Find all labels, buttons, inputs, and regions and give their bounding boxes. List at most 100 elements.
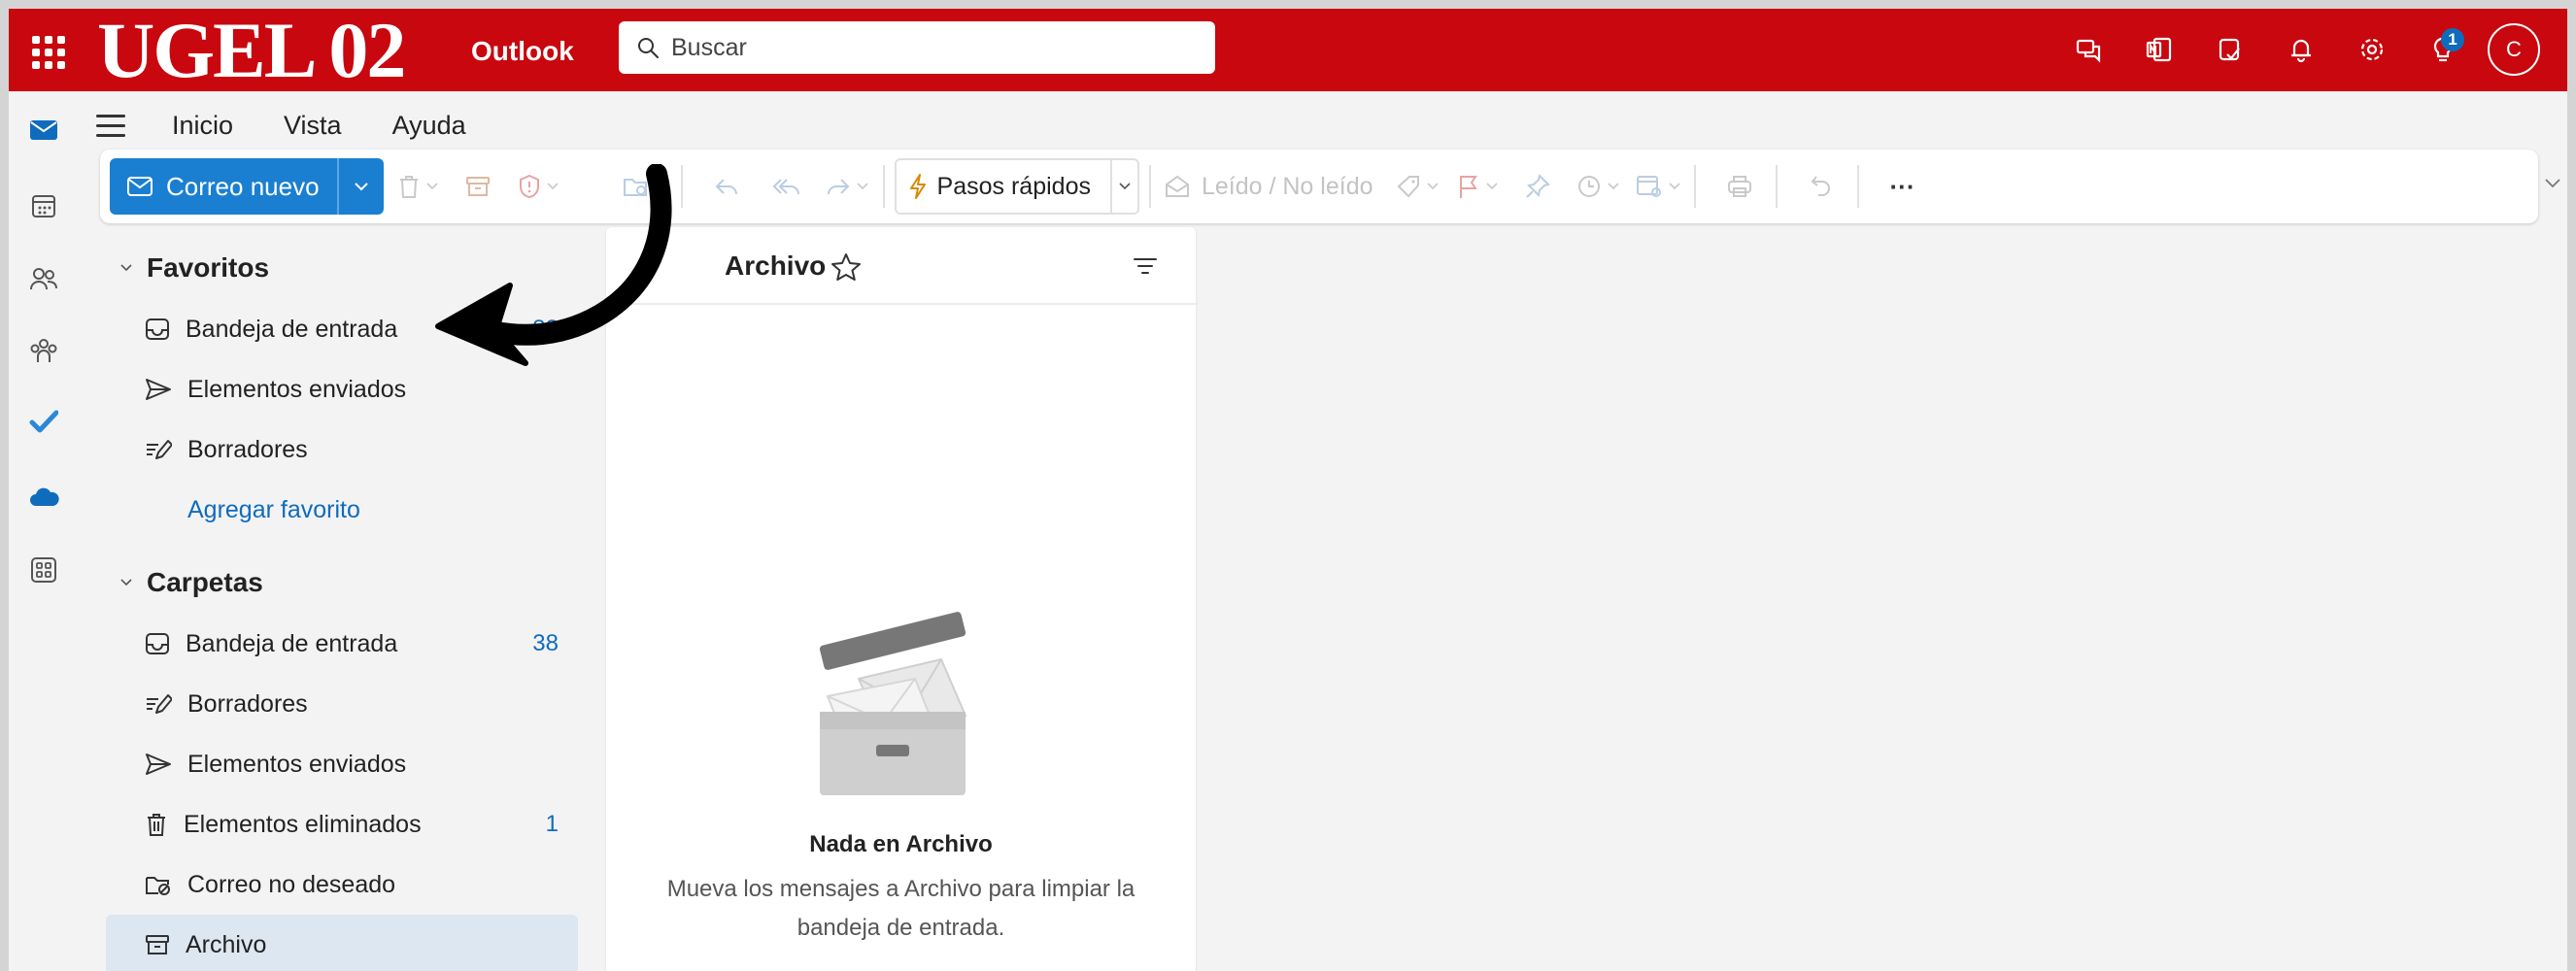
bell-icon[interactable] xyxy=(2265,20,2336,79)
chevron-down-icon xyxy=(120,264,132,272)
inbox-icon xyxy=(146,633,169,654)
hamburger-menu-icon[interactable] xyxy=(96,106,135,145)
chevron-down-icon xyxy=(354,183,368,191)
org-logo: UGEL 02 xyxy=(97,9,406,94)
folder-inbox[interactable]: Bandeja de entrada 38 xyxy=(106,614,578,674)
toolbar-divider xyxy=(1775,165,1778,208)
folder-label: Elementos enviados xyxy=(187,375,407,403)
send-icon xyxy=(146,379,171,400)
settings-gear-icon[interactable] xyxy=(2336,20,2407,79)
inbox-icon xyxy=(146,318,169,340)
empty-state-description: Mueva los mensajes a Archivo para limpia… xyxy=(666,876,1135,941)
forward-icon xyxy=(827,179,849,195)
search-placeholder: Buscar xyxy=(671,33,747,61)
add-favorite-link[interactable]: Agregar favorito xyxy=(106,480,578,540)
chevron-down-icon xyxy=(120,579,132,586)
quick-steps-label: Pasos rápidos xyxy=(936,172,1091,200)
chevron-down-icon xyxy=(1119,183,1131,190)
new-mail-split-button: Correo nuevo xyxy=(110,158,384,215)
toolbar-divider xyxy=(882,165,885,208)
folder-label: Borradores xyxy=(187,689,308,718)
folder-label: Correo no deseado xyxy=(187,870,396,898)
rules-icon xyxy=(1636,176,1661,197)
more-options-button[interactable]: ··· xyxy=(1877,158,1929,215)
chevron-down-icon xyxy=(856,183,868,190)
new-mail-dropdown[interactable] xyxy=(336,158,384,215)
tag-icon xyxy=(1397,176,1419,198)
chat-icon[interactable] xyxy=(2052,20,2123,79)
tips-lightbulb-icon[interactable]: 1 xyxy=(2407,20,2478,79)
drafts-pencil-icon xyxy=(147,440,172,459)
send-icon xyxy=(146,753,171,775)
favorite-drafts[interactable]: Borradores xyxy=(106,419,578,480)
snooze-button[interactable] xyxy=(1572,158,1624,215)
search-box[interactable]: Buscar xyxy=(619,21,1215,74)
categorize-button[interactable] xyxy=(1391,158,1443,215)
trash-icon xyxy=(148,814,165,836)
app-name[interactable]: Outlook xyxy=(471,36,574,67)
new-mail-button[interactable]: Correo nuevo xyxy=(110,158,337,215)
folders-header[interactable]: Carpetas xyxy=(106,552,592,614)
app-rail xyxy=(9,91,77,971)
apps-icon[interactable] xyxy=(26,552,61,587)
quick-steps-button[interactable]: Pasos rápidos xyxy=(894,158,1139,215)
reply-all-button[interactable] xyxy=(761,158,813,215)
mail-icon[interactable] xyxy=(26,113,61,148)
empty-state-title: Nada en Archivo xyxy=(809,831,993,857)
favorites-header-label: Favoritos xyxy=(147,252,270,283)
folder-sent-items[interactable]: Elementos enviados xyxy=(106,734,578,794)
onenote-icon[interactable] xyxy=(2123,20,2194,79)
read-unread-label: Leído / No leído xyxy=(1201,172,1373,200)
folder-label: Bandeja de entrada xyxy=(186,629,398,657)
print-button[interactable] xyxy=(1713,158,1766,215)
unread-count: 1 xyxy=(545,811,559,837)
top-bar: UGEL 02 Outlook Buscar 1 C xyxy=(9,9,2567,94)
folder-title: Archivo xyxy=(725,251,827,281)
undo-button[interactable] xyxy=(1795,158,1847,215)
toolbar-divider xyxy=(1856,165,1859,208)
printer-icon xyxy=(1727,176,1751,197)
reply-icon xyxy=(715,179,737,195)
calendar-icon[interactable] xyxy=(26,188,61,223)
drafts-pencil-icon xyxy=(147,694,172,714)
filter-icon[interactable] xyxy=(1133,256,1158,276)
pin-button[interactable] xyxy=(1511,158,1564,215)
folder-deleted-items[interactable]: Elementos eliminados 1 xyxy=(106,794,578,854)
folder-drafts[interactable]: Borradores xyxy=(106,674,578,734)
user-avatar[interactable]: C xyxy=(2488,23,2540,76)
new-mail-label: Correo nuevo xyxy=(166,171,320,201)
clock-icon xyxy=(1577,176,1600,197)
rules-button[interactable] xyxy=(1632,158,1684,215)
people-icon[interactable] xyxy=(26,261,61,296)
empty-archive-illustration xyxy=(819,612,967,795)
expand-ribbon-chevron-icon[interactable] xyxy=(2544,177,2561,194)
folder-label: Archivo xyxy=(186,930,267,958)
tab-ayuda[interactable]: Ayuda xyxy=(392,103,466,149)
folder-label: Borradores xyxy=(187,435,308,463)
forward-button[interactable] xyxy=(821,158,873,215)
quick-steps-dropdown[interactable] xyxy=(1109,160,1137,213)
flag-button[interactable] xyxy=(1451,158,1504,215)
star-icon[interactable] xyxy=(830,252,862,282)
onedrive-icon[interactable] xyxy=(26,480,61,515)
top-actions: 1 C xyxy=(2052,20,2540,79)
undo-icon xyxy=(1811,176,1830,196)
flag-icon xyxy=(1459,176,1477,198)
toolbar-divider xyxy=(680,165,683,208)
folder-archive[interactable]: Archivo xyxy=(106,915,578,971)
archive-icon xyxy=(146,935,169,954)
search-icon xyxy=(638,38,659,58)
tasks-icon[interactable] xyxy=(2194,20,2265,79)
unread-count: 38 xyxy=(532,630,559,656)
app-launcher-icon[interactable] xyxy=(28,32,65,69)
reply-button[interactable] xyxy=(700,158,753,215)
groups-icon[interactable] xyxy=(26,334,61,369)
folder-label: Elementos enviados xyxy=(187,750,407,778)
tab-inicio[interactable]: Inicio xyxy=(172,103,234,154)
folder-junk[interactable]: Correo no deseado xyxy=(106,854,578,915)
tab-vista[interactable]: Vista xyxy=(284,103,342,149)
read-unread-button[interactable]: Leído / No leído xyxy=(1165,158,1373,215)
todo-icon[interactable] xyxy=(26,404,61,439)
folder-label: Bandeja de entrada xyxy=(186,315,398,343)
message-list-header: Archivo xyxy=(606,227,1196,305)
